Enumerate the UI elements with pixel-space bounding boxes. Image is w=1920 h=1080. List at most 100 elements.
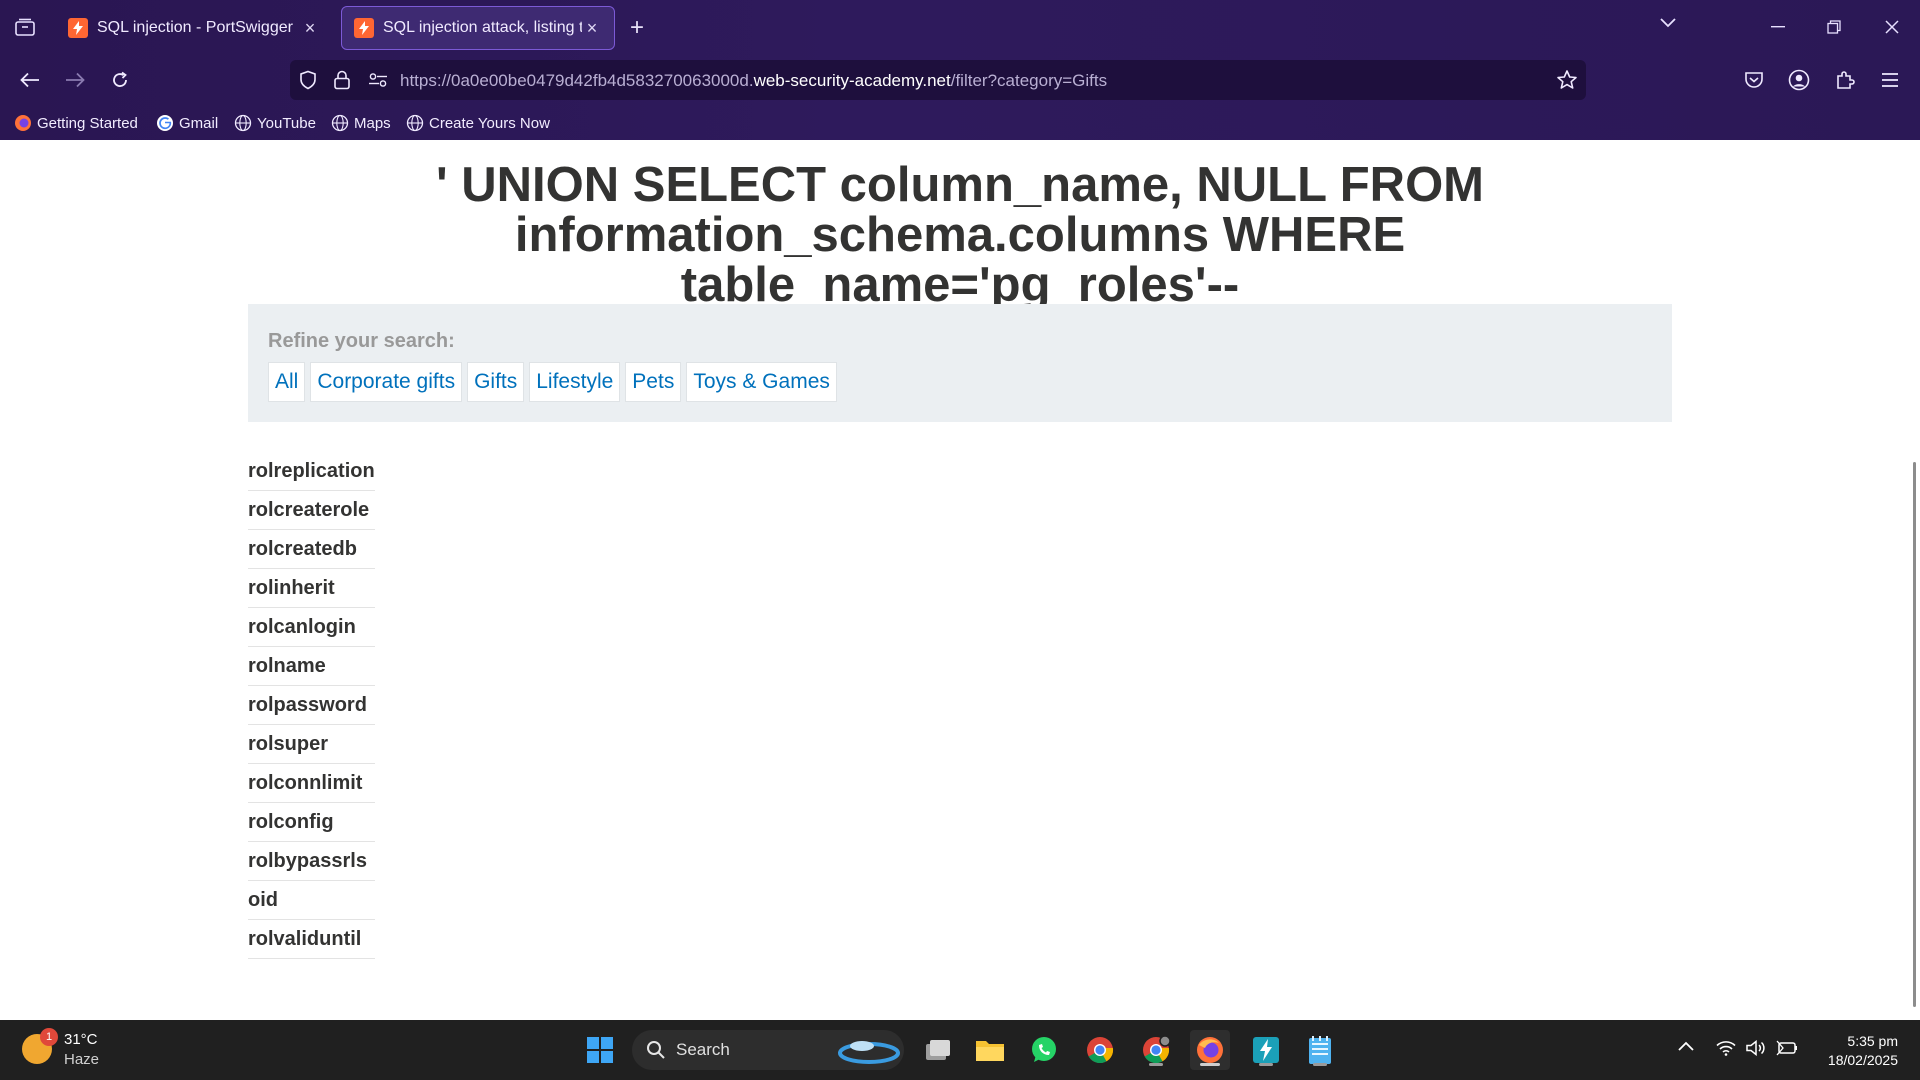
tracking-protection-shield-icon[interactable] — [298, 70, 318, 95]
burp-suite-icon[interactable] — [1246, 1030, 1286, 1070]
category-link-gifts[interactable]: Gifts — [467, 362, 525, 402]
file-explorer-icon[interactable] — [970, 1030, 1010, 1070]
table-row: rolpassword — [248, 686, 375, 725]
clock-date: 18/02/2025 — [1827, 1052, 1898, 1068]
battery-icon[interactable] — [1776, 1040, 1798, 1059]
close-tab-icon[interactable]: × — [300, 18, 320, 39]
category-link-lifestyle[interactable]: Lifestyle — [529, 362, 621, 402]
system-clock[interactable]: 5:35 pm 18/02/2025 — [1828, 1032, 1898, 1070]
category-link-all[interactable]: All — [268, 362, 306, 402]
bookmark-youtube[interactable]: YouTube — [234, 114, 316, 132]
menu-hamburger-icon[interactable] — [1876, 66, 1904, 94]
table-row: rolcreatedb — [248, 530, 375, 569]
tab-sql-injection-portswigger[interactable]: SQL injection - PortSwigger × — [56, 6, 332, 50]
chrome-icon[interactable] — [1080, 1030, 1120, 1070]
close-window-icon[interactable] — [1864, 0, 1920, 54]
new-tab-icon[interactable]: + — [630, 14, 644, 42]
tab-bar: SQL injection - PortSwigger × SQL inject… — [0, 0, 1920, 54]
bookmark-label: YouTube — [257, 114, 316, 132]
table-row: rolvaliduntil — [248, 920, 375, 959]
address-bar[interactable]: https://0a0e00be0479d42fb4d583270063000d… — [290, 60, 1586, 100]
account-icon[interactable] — [1785, 66, 1813, 94]
search-highlight-icon — [838, 1038, 900, 1069]
firefox-icon — [14, 114, 32, 132]
notepad-icon[interactable] — [1300, 1030, 1340, 1070]
search-label: Search — [676, 1040, 730, 1059]
table-row: rolcreaterole — [248, 491, 375, 530]
site-permissions-icon[interactable] — [368, 72, 388, 93]
table-row: rolconnlimit — [248, 764, 375, 803]
pocket-icon[interactable] — [1740, 66, 1768, 94]
clock-time: 5:35 pm — [1847, 1033, 1898, 1049]
reload-icon[interactable] — [106, 66, 134, 94]
wifi-icon[interactable] — [1716, 1040, 1736, 1059]
bookmark-maps[interactable]: Maps — [331, 114, 391, 132]
back-arrow-icon[interactable] — [16, 66, 44, 94]
page-title-line-1: ' UNION SELECT column_name, NULL FROM — [436, 158, 1484, 212]
table-row: rolsuper — [248, 725, 375, 764]
tab-overview-icon[interactable] — [10, 12, 40, 42]
table-row: rolconfig — [248, 803, 375, 842]
restore-icon[interactable] — [1806, 0, 1862, 54]
bookmark-label: Maps — [354, 114, 391, 132]
globe-icon — [234, 114, 252, 132]
bookmark-label: Getting Started — [37, 114, 138, 132]
google-icon — [156, 114, 174, 132]
weather-sun-icon: 1 — [22, 1028, 58, 1064]
bookmark-create-yours-now[interactable]: Create Yours Now — [406, 114, 550, 132]
weather-widget[interactable]: 1 31°C Haze — [22, 1028, 100, 1070]
page-scrollbar[interactable] — [1913, 462, 1916, 1007]
tab-title: SQL injection attack, listing the — [383, 19, 582, 36]
bookmark-star-icon[interactable] — [1556, 69, 1578, 96]
start-windows-icon[interactable] — [580, 1030, 620, 1070]
notification-badge: 1 — [40, 1028, 58, 1046]
browser-chrome: SQL injection - PortSwigger × SQL inject… — [0, 0, 1920, 140]
category-link-toys-games[interactable]: Toys & Games — [686, 362, 837, 402]
running-indicator — [1200, 1063, 1220, 1066]
running-indicator — [1313, 1063, 1327, 1066]
list-all-tabs-icon[interactable] — [1660, 15, 1676, 33]
running-indicator — [1259, 1063, 1273, 1066]
web-page: ' UNION SELECT column_name, NULL FROM in… — [0, 140, 1920, 1020]
bookmark-label: Create Yours Now — [429, 114, 550, 132]
category-link-pets[interactable]: Pets — [625, 362, 682, 402]
bookmark-gmail[interactable]: Gmail — [156, 114, 218, 132]
bookmark-label: Gmail — [179, 114, 219, 132]
show-hidden-icons-chevron-icon[interactable] — [1678, 1038, 1694, 1054]
bookmarks-toolbar: Getting Started Gmail YouTube Maps Creat… — [0, 110, 1920, 138]
search-icon — [646, 1040, 666, 1065]
table-row: rolreplication — [248, 452, 375, 491]
firefox-taskbar-icon[interactable] — [1190, 1030, 1230, 1070]
table-row: rolbypassrls — [248, 842, 375, 881]
filter-panel: Refine your search: All Corporate gifts … — [248, 304, 1672, 422]
table-row: rolname — [248, 647, 375, 686]
refine-search-label: Refine your search: — [268, 330, 455, 352]
page-title-line-2: information_schema.columns WHERE table_n… — [514, 208, 1406, 312]
category-filter-list: All Corporate gifts Gifts Lifestyle Pets… — [268, 362, 842, 402]
lock-icon[interactable] — [333, 70, 351, 95]
url-prefix: https://0a0e00be0479d42fb4d583270063000d… — [400, 71, 754, 90]
page-title: ' UNION SELECT column_name, NULL FROM in… — [248, 160, 1672, 310]
close-tab-icon[interactable]: × — [582, 18, 602, 39]
whatsapp-icon[interactable] — [1024, 1030, 1064, 1070]
url-path: /filter?category=Gifts — [950, 71, 1108, 90]
extensions-icon[interactable] — [1831, 66, 1859, 94]
tab-sql-injection-attack[interactable]: SQL injection attack, listing the × — [341, 6, 615, 50]
taskbar-search-box[interactable]: Search — [632, 1030, 904, 1070]
chrome-profile-icon[interactable] — [1136, 1030, 1176, 1070]
table-row: rolinherit — [248, 569, 375, 608]
task-view-icon[interactable] — [918, 1030, 958, 1070]
portswigger-favicon-icon — [354, 18, 374, 38]
weather-temperature: 31°C — [64, 1031, 98, 1048]
minimize-icon[interactable] — [1750, 0, 1806, 54]
url-text: https://0a0e00be0479d42fb4d583270063000d… — [400, 71, 1107, 91]
category-link-corporate-gifts[interactable]: Corporate gifts — [310, 362, 463, 402]
forward-arrow-icon[interactable] — [61, 66, 89, 94]
results-table: rolreplication rolcreaterole rolcreatedb… — [248, 452, 375, 959]
bookmark-getting-started[interactable]: Getting Started — [14, 114, 138, 132]
tab-title: SQL injection - PortSwigger — [97, 19, 293, 36]
weather-condition: Haze — [64, 1051, 100, 1068]
table-row: oid — [248, 881, 375, 920]
windows-taskbar: 1 31°C Haze Search 5:35 pm 18/02/2025 — [0, 1020, 1920, 1080]
volume-icon[interactable] — [1746, 1039, 1766, 1059]
